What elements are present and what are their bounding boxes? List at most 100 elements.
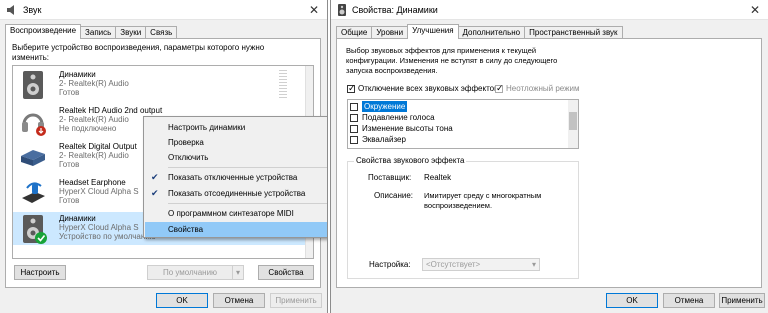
menu-item-label: Показать отключенные устройства bbox=[168, 173, 298, 182]
setting-select-value: <Отсутствует> bbox=[426, 260, 481, 269]
device-context-menu: Настроить динамики Проверка Отключить ✔ П… bbox=[143, 116, 327, 238]
volume-meter bbox=[279, 70, 287, 98]
headphones-icon bbox=[22, 113, 46, 136]
device-name: Realtek HD Audio 2nd output bbox=[59, 106, 163, 115]
playback-instruction: Выберите устройство воспроизведения, пар… bbox=[12, 43, 265, 62]
device-driver: 2- Realtek(R) Audio bbox=[59, 151, 129, 160]
apply-button[interactable]: Применить bbox=[270, 293, 322, 308]
chevron-down-icon: ▾ bbox=[531, 260, 536, 269]
provider-label: Поставщик: bbox=[368, 173, 412, 182]
checkmark-icon: ✔ bbox=[151, 188, 159, 198]
device-status: Устройство по умолчанию bbox=[59, 232, 156, 241]
menu-item-properties[interactable]: Свойства bbox=[145, 222, 327, 237]
sound-titlebar: Звук ✕ bbox=[0, 0, 327, 20]
menu-separator bbox=[168, 167, 327, 168]
device-driver: 2- Realtek(R) Audio bbox=[59, 115, 129, 124]
effect-checkbox[interactable] bbox=[350, 102, 358, 111]
effect-checkbox[interactable] bbox=[350, 124, 358, 133]
tab-enhancements[interactable]: Улучшения bbox=[407, 24, 459, 39]
effect-checkbox[interactable] bbox=[350, 113, 358, 122]
device-status: Не подключено bbox=[59, 124, 117, 133]
configure-button[interactable]: Настроить bbox=[14, 265, 66, 280]
device-status: Готов bbox=[59, 196, 80, 205]
disable-all-checkbox[interactable] bbox=[347, 83, 356, 94]
ok-button[interactable]: OK bbox=[156, 293, 208, 308]
sound-window-title: Звук bbox=[23, 4, 42, 15]
device-driver: 2- Realtek(R) Audio bbox=[59, 79, 129, 88]
checkmark-icon: ✔ bbox=[151, 172, 159, 182]
disable-all-label: Отключение всех звуковых эффектов bbox=[358, 84, 499, 93]
device-driver: HyperX Cloud Alpha S bbox=[59, 223, 139, 232]
device-status: Готов bbox=[59, 88, 80, 97]
effect-label: Изменение высоты тона bbox=[362, 124, 453, 133]
menu-item-label: О программном синтезаторе MIDI bbox=[168, 209, 294, 218]
menu-item-show-disabled[interactable]: ✔ Показать отключенные устройства bbox=[145, 170, 327, 185]
menu-item-label: Показать отсоединенные устройства bbox=[168, 189, 306, 198]
properties-tabs: Общие Уровни Улучшения Дополнительно Про… bbox=[336, 24, 623, 39]
enhancements-panel: Выбор звуковых эффектов для применения к… bbox=[336, 38, 762, 288]
effect-item[interactable]: Изменение высоты тона bbox=[350, 123, 453, 134]
device-driver: HyperX Cloud Alpha S bbox=[59, 187, 139, 196]
speaker-default-icon bbox=[23, 215, 47, 244]
properties-button[interactable]: Свойства bbox=[258, 265, 314, 280]
headset-icon bbox=[22, 182, 45, 203]
menu-separator bbox=[168, 203, 327, 204]
chevron-down-icon: ▾ bbox=[235, 268, 240, 277]
description-value: Имитирует среду с многократным воспроизв… bbox=[424, 191, 542, 210]
menu-item-disable[interactable]: Отключить bbox=[145, 150, 327, 165]
scroll-thumb[interactable] bbox=[569, 112, 577, 130]
enhancements-description: Выбор звуковых эффектов для применения к… bbox=[346, 46, 558, 75]
close-icon[interactable]: ✕ bbox=[301, 0, 327, 20]
device-status: Готов bbox=[59, 160, 80, 169]
immediate-mode-checkbox[interactable] bbox=[495, 83, 504, 94]
sound-window: Звук ✕ Воспроизведение Запись Звуки Связ… bbox=[0, 0, 328, 313]
effect-label: Эквалайзер bbox=[362, 135, 406, 144]
setting-label: Настройка: bbox=[369, 260, 411, 269]
menu-item-label: Свойства bbox=[168, 225, 204, 234]
menu-item-label: Проверка bbox=[168, 138, 204, 147]
effect-checkbox[interactable] bbox=[350, 135, 358, 144]
menu-item-test[interactable]: Проверка bbox=[145, 135, 327, 150]
disable-all-row: Отключение всех звуковых эффектов bbox=[347, 83, 499, 94]
digital-output-icon bbox=[21, 150, 45, 166]
speaker-app-icon bbox=[338, 3, 346, 16]
sound-tabs: Воспроизведение Запись Звуки Связь bbox=[5, 24, 178, 39]
effect-item[interactable]: Окружение bbox=[350, 101, 408, 112]
effect-properties-legend: Свойства звукового эффекта bbox=[354, 156, 467, 165]
effect-item[interactable]: Эквалайзер bbox=[350, 134, 406, 145]
speaker-app-icon bbox=[7, 4, 14, 15]
menu-item-show-disconnected[interactable]: ✔ Показать отсоединенные устройства bbox=[145, 186, 327, 201]
setting-select[interactable]: <Отсутствует> ▾ bbox=[422, 258, 540, 271]
properties-window: Свойства: Динамики ✕ Общие Уровни Улучше… bbox=[330, 0, 768, 313]
menu-item-configure-speakers[interactable]: Настроить динамики bbox=[145, 120, 327, 135]
properties-window-title: Свойства: Динамики bbox=[352, 4, 438, 15]
device-name: Realtek Digital Output bbox=[59, 142, 137, 151]
set-default-dropdown[interactable]: ▾ bbox=[232, 265, 244, 280]
description-label: Описание: bbox=[374, 191, 414, 200]
effects-scrollbar[interactable] bbox=[568, 100, 578, 148]
menu-item-label: Отключить bbox=[168, 153, 209, 162]
device-name: Headset Earphone bbox=[59, 178, 126, 187]
cancel-button[interactable]: Отмена bbox=[213, 293, 265, 308]
immediate-mode-label: Неотложный режим bbox=[506, 84, 580, 93]
device-item-speakers[interactable]: Динамики 2- Realtek(R) Audio Готов bbox=[13, 68, 309, 101]
menu-item-label: Настроить динамики bbox=[168, 123, 246, 132]
menu-item-midi-about[interactable]: О программном синтезаторе MIDI bbox=[145, 206, 327, 221]
effect-label: Подавление голоса bbox=[362, 113, 435, 122]
set-default-button[interactable]: По умолчанию bbox=[147, 265, 233, 280]
properties-titlebar: Свойства: Динамики ✕ bbox=[331, 0, 768, 20]
apply-button[interactable]: Применить bbox=[719, 293, 765, 308]
tab-playback[interactable]: Воспроизведение bbox=[5, 24, 82, 39]
speaker-icon bbox=[23, 71, 43, 99]
cancel-button[interactable]: Отмена bbox=[663, 293, 715, 308]
effect-label: Окружение bbox=[362, 101, 408, 112]
device-name: Динамики bbox=[59, 214, 96, 223]
effects-list: Окружение Подавление голоса Изменение вы… bbox=[347, 99, 579, 149]
effect-item[interactable]: Подавление голоса bbox=[350, 112, 435, 123]
provider-value: Realtek bbox=[424, 173, 452, 182]
ok-button[interactable]: OK bbox=[606, 293, 658, 308]
effect-properties-group: Свойства звукового эффекта Поставщик: Re… bbox=[347, 156, 579, 279]
close-icon[interactable]: ✕ bbox=[742, 0, 768, 20]
device-name: Динамики bbox=[59, 70, 96, 79]
immediate-mode-row: Неотложный режим bbox=[495, 83, 580, 94]
